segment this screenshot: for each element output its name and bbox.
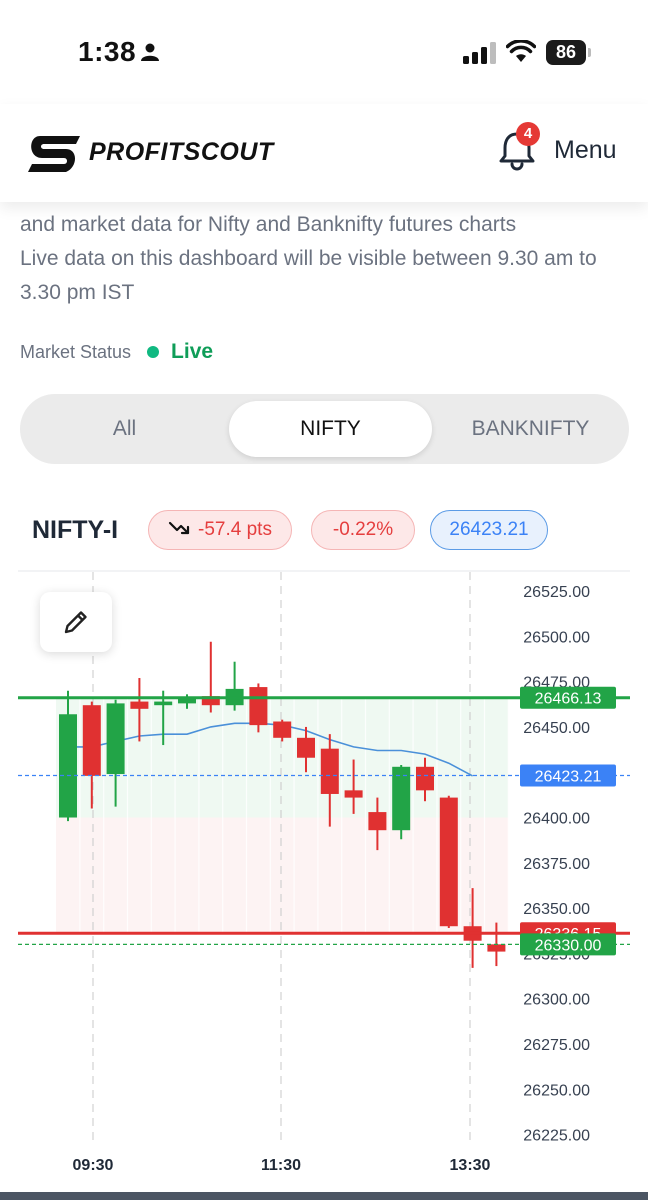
candle-body <box>320 748 339 794</box>
y-tick-label: 26300.00 <box>523 992 590 1009</box>
candle-body <box>154 701 173 706</box>
symbol-name: NIFTY-I <box>32 516 119 544</box>
x-tick-label: 11:30 <box>261 1157 301 1174</box>
y-tick-label: 26525.00 <box>523 584 590 601</box>
change-pct-badge: -0.22% <box>311 510 415 550</box>
draw-tool-button[interactable] <box>40 592 112 652</box>
logo-text[interactable]: PROFITSCOUT <box>89 138 274 167</box>
candle-body <box>416 766 434 791</box>
x-tick-label: 09:30 <box>73 1157 114 1174</box>
candlestick-chart[interactable]: 26525.0026500.0026475.0026450.0026425.00… <box>18 570 630 1190</box>
level-label: 26466.13 <box>535 691 602 708</box>
status-bar: 1:38 86 <box>0 0 648 104</box>
tab-banknifty[interactable]: BANKNIFTY <box>432 394 629 464</box>
candle-body <box>273 721 292 738</box>
x-tick-label: 13:30 <box>450 1157 491 1174</box>
intro-line-2: Live data on this dashboard will be visi… <box>20 247 597 304</box>
candle-body <box>106 703 125 775</box>
candle-body <box>439 797 458 927</box>
price-badge: 26423.21 <box>430 510 548 550</box>
y-tick-label: 26250.00 <box>523 1082 590 1099</box>
intro-text: and market data for Nifty and Banknifty … <box>20 208 630 310</box>
change-pts-badge: -57.4 pts <box>148 510 292 550</box>
market-status: Market Status Live <box>20 338 213 366</box>
candle-body <box>368 812 387 831</box>
candle-body <box>392 766 411 831</box>
intro-line-1: and market data for Nifty and Banknifty … <box>20 213 517 236</box>
y-tick-label: 26225.00 <box>523 1128 590 1145</box>
notification-badge: 4 <box>516 122 540 146</box>
instrument-tabs: All NIFTY BANKNIFTY <box>20 394 629 464</box>
battery-icon: 86 <box>546 40 586 65</box>
market-status-value: Live <box>171 340 214 363</box>
candle-body <box>344 790 363 798</box>
person-icon <box>141 43 159 61</box>
bottom-bar <box>0 1192 648 1200</box>
level-label: 26330.00 <box>535 937 602 954</box>
app-header: PROFITSCOUT Menu <box>0 104 648 202</box>
pencil-icon <box>64 611 87 634</box>
market-status-label: Market Status <box>20 341 132 362</box>
trend-down-icon <box>168 521 190 535</box>
symbol-row: NIFTY-I -57.4 pts -0.22% 26423.21 <box>20 508 640 552</box>
wifi-icon <box>506 40 536 62</box>
logo-icon[interactable] <box>26 134 82 174</box>
candle-body <box>297 737 315 758</box>
chart-svg[interactable]: 26525.0026500.0026475.0026450.0026425.00… <box>18 570 630 1190</box>
y-tick-label: 26500.00 <box>523 629 590 646</box>
battery-tip <box>588 48 591 57</box>
menu-button[interactable]: Menu <box>554 136 617 165</box>
y-tick-label: 26375.00 <box>523 856 590 873</box>
status-time: 1:38 <box>78 36 137 67</box>
live-dot-icon <box>147 346 160 358</box>
y-tick-label: 26275.00 <box>523 1037 590 1054</box>
signal-icon <box>463 42 496 64</box>
tab-nifty[interactable]: NIFTY <box>229 401 432 457</box>
candle-body <box>59 714 77 818</box>
candle-body <box>82 705 101 776</box>
y-tick-label: 26350.00 <box>523 901 590 918</box>
level-label: 26423.21 <box>535 768 602 785</box>
tab-all[interactable]: All <box>20 394 229 464</box>
candle-body <box>249 687 268 726</box>
change-pts: -57.4 pts <box>198 519 272 540</box>
y-tick-label: 26400.00 <box>523 811 590 828</box>
y-tick-label: 26450.00 <box>523 720 590 737</box>
candle-body <box>487 944 506 952</box>
candle-body <box>130 701 149 709</box>
